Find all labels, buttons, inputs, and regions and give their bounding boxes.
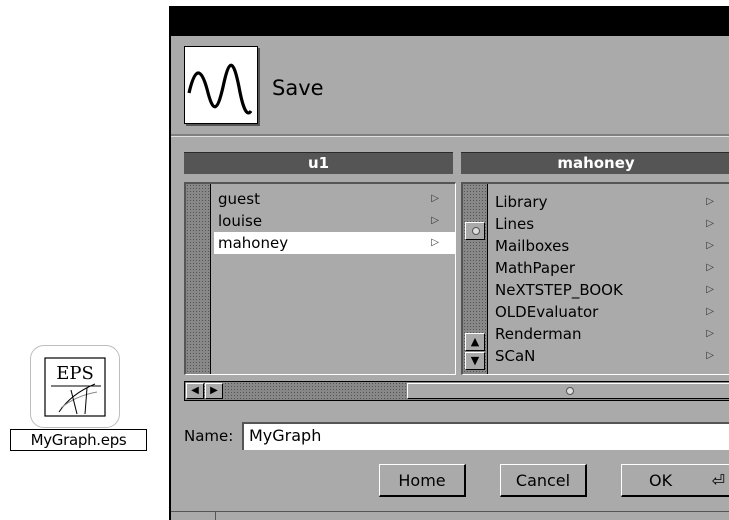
horizontal-scroller-knob[interactable] — [407, 383, 729, 399]
list-item-label: louise — [218, 212, 263, 230]
branch-arrow-icon: ▷ — [431, 215, 439, 226]
eps-badge-text: EPS — [56, 363, 94, 384]
save-panel: Save u1 mahoney guest ▷ louise ▷ mahoney… — [169, 6, 729, 520]
list-item-label: MathPaper — [495, 259, 576, 277]
eps-file-icon[interactable]: EPS MyGraph.eps — [10, 345, 148, 452]
scroll-right-arrow-icon[interactable]: ▶ — [205, 383, 223, 399]
vertical-scroller-2[interactable]: ▲ ▼ — [463, 184, 488, 374]
list-item-label: Mailboxes — [495, 237, 570, 255]
branch-arrow-icon: ▷ — [706, 262, 714, 273]
column-header-u1: u1 — [184, 152, 453, 174]
list-item-oldevaluator[interactable]: OLDEvaluator ▷ — [491, 301, 729, 323]
separator — [171, 134, 729, 137]
scroller-knob[interactable] — [465, 222, 485, 240]
list-item-label: Renderman — [495, 325, 582, 343]
horizontal-scroller[interactable]: ◀ ▶ — [184, 381, 729, 401]
branch-arrow-icon: ▷ — [706, 328, 714, 339]
scroll-left-arrow-icon[interactable]: ◀ — [186, 383, 204, 399]
branch-arrow-icon: ▷ — [706, 218, 714, 229]
list-item-label: Library — [495, 193, 548, 211]
list-item-louise[interactable]: louise ▷ — [214, 210, 455, 232]
panel-title: Save — [272, 76, 324, 100]
return-key-icon: ⏎ — [711, 471, 725, 490]
panel-titlebar[interactable] — [171, 6, 729, 36]
browser-column-2: ▲ ▼ Library ▷ Lines ▷ Mailboxes ▷ MathPa… — [461, 182, 729, 375]
file-name-label: MyGraph.eps — [10, 429, 147, 451]
list-item-label: Lines — [495, 215, 535, 233]
list-item-label: guest — [218, 190, 260, 208]
branch-arrow-icon: ▷ — [706, 284, 714, 295]
list-item-mahoney[interactable]: mahoney ▷ — [214, 232, 455, 254]
home-button[interactable]: Home — [379, 464, 466, 497]
waveform-icon — [184, 46, 258, 124]
cancel-button[interactable]: Cancel — [500, 464, 587, 497]
branch-arrow-icon: ▷ — [706, 350, 714, 361]
list-item-library[interactable]: Library ▷ — [491, 191, 729, 213]
list-item-label: NeXTSTEP_BOOK — [495, 281, 623, 299]
vertical-scroller-1[interactable] — [186, 184, 211, 374]
list-item-label: mahoney — [218, 234, 289, 252]
branch-arrow-icon: ▷ — [706, 240, 714, 251]
list-item-label: OLDEvaluator — [495, 303, 599, 321]
list-item-scan[interactable]: SCaN ▷ — [491, 345, 729, 367]
scroll-down-arrow-icon[interactable]: ▼ — [465, 352, 485, 370]
list-item-label: SCaN — [495, 347, 536, 365]
ok-button[interactable]: OK ⏎ — [621, 464, 729, 497]
browser-column-1: guest ▷ louise ▷ mahoney ▷ — [184, 182, 456, 375]
branch-arrow-icon: ▷ — [706, 306, 714, 317]
ok-button-label: OK — [649, 471, 673, 490]
name-label: Name: — [184, 427, 234, 445]
list-item-lines[interactable]: Lines ▷ — [491, 213, 729, 235]
panel-bottom-edge — [171, 511, 729, 520]
list-item-guest[interactable]: guest ▷ — [214, 188, 455, 210]
list-item-renderman[interactable]: Renderman ▷ — [491, 323, 729, 345]
branch-arrow-icon: ▷ — [431, 193, 439, 204]
eps-document-icon: EPS — [30, 345, 120, 428]
list-item-mathpaper[interactable]: MathPaper ▷ — [491, 257, 729, 279]
name-input[interactable]: MyGraph — [242, 422, 729, 450]
list-item-mailboxes[interactable]: Mailboxes ▷ — [491, 235, 729, 257]
column-header-mahoney: mahoney — [461, 152, 729, 174]
scroll-up-arrow-icon[interactable]: ▲ — [465, 333, 485, 351]
branch-arrow-icon: ▷ — [431, 237, 439, 248]
list-item-nextstep-book[interactable]: NeXTSTEP_BOOK ▷ — [491, 279, 729, 301]
branch-arrow-icon: ▷ — [706, 196, 714, 207]
